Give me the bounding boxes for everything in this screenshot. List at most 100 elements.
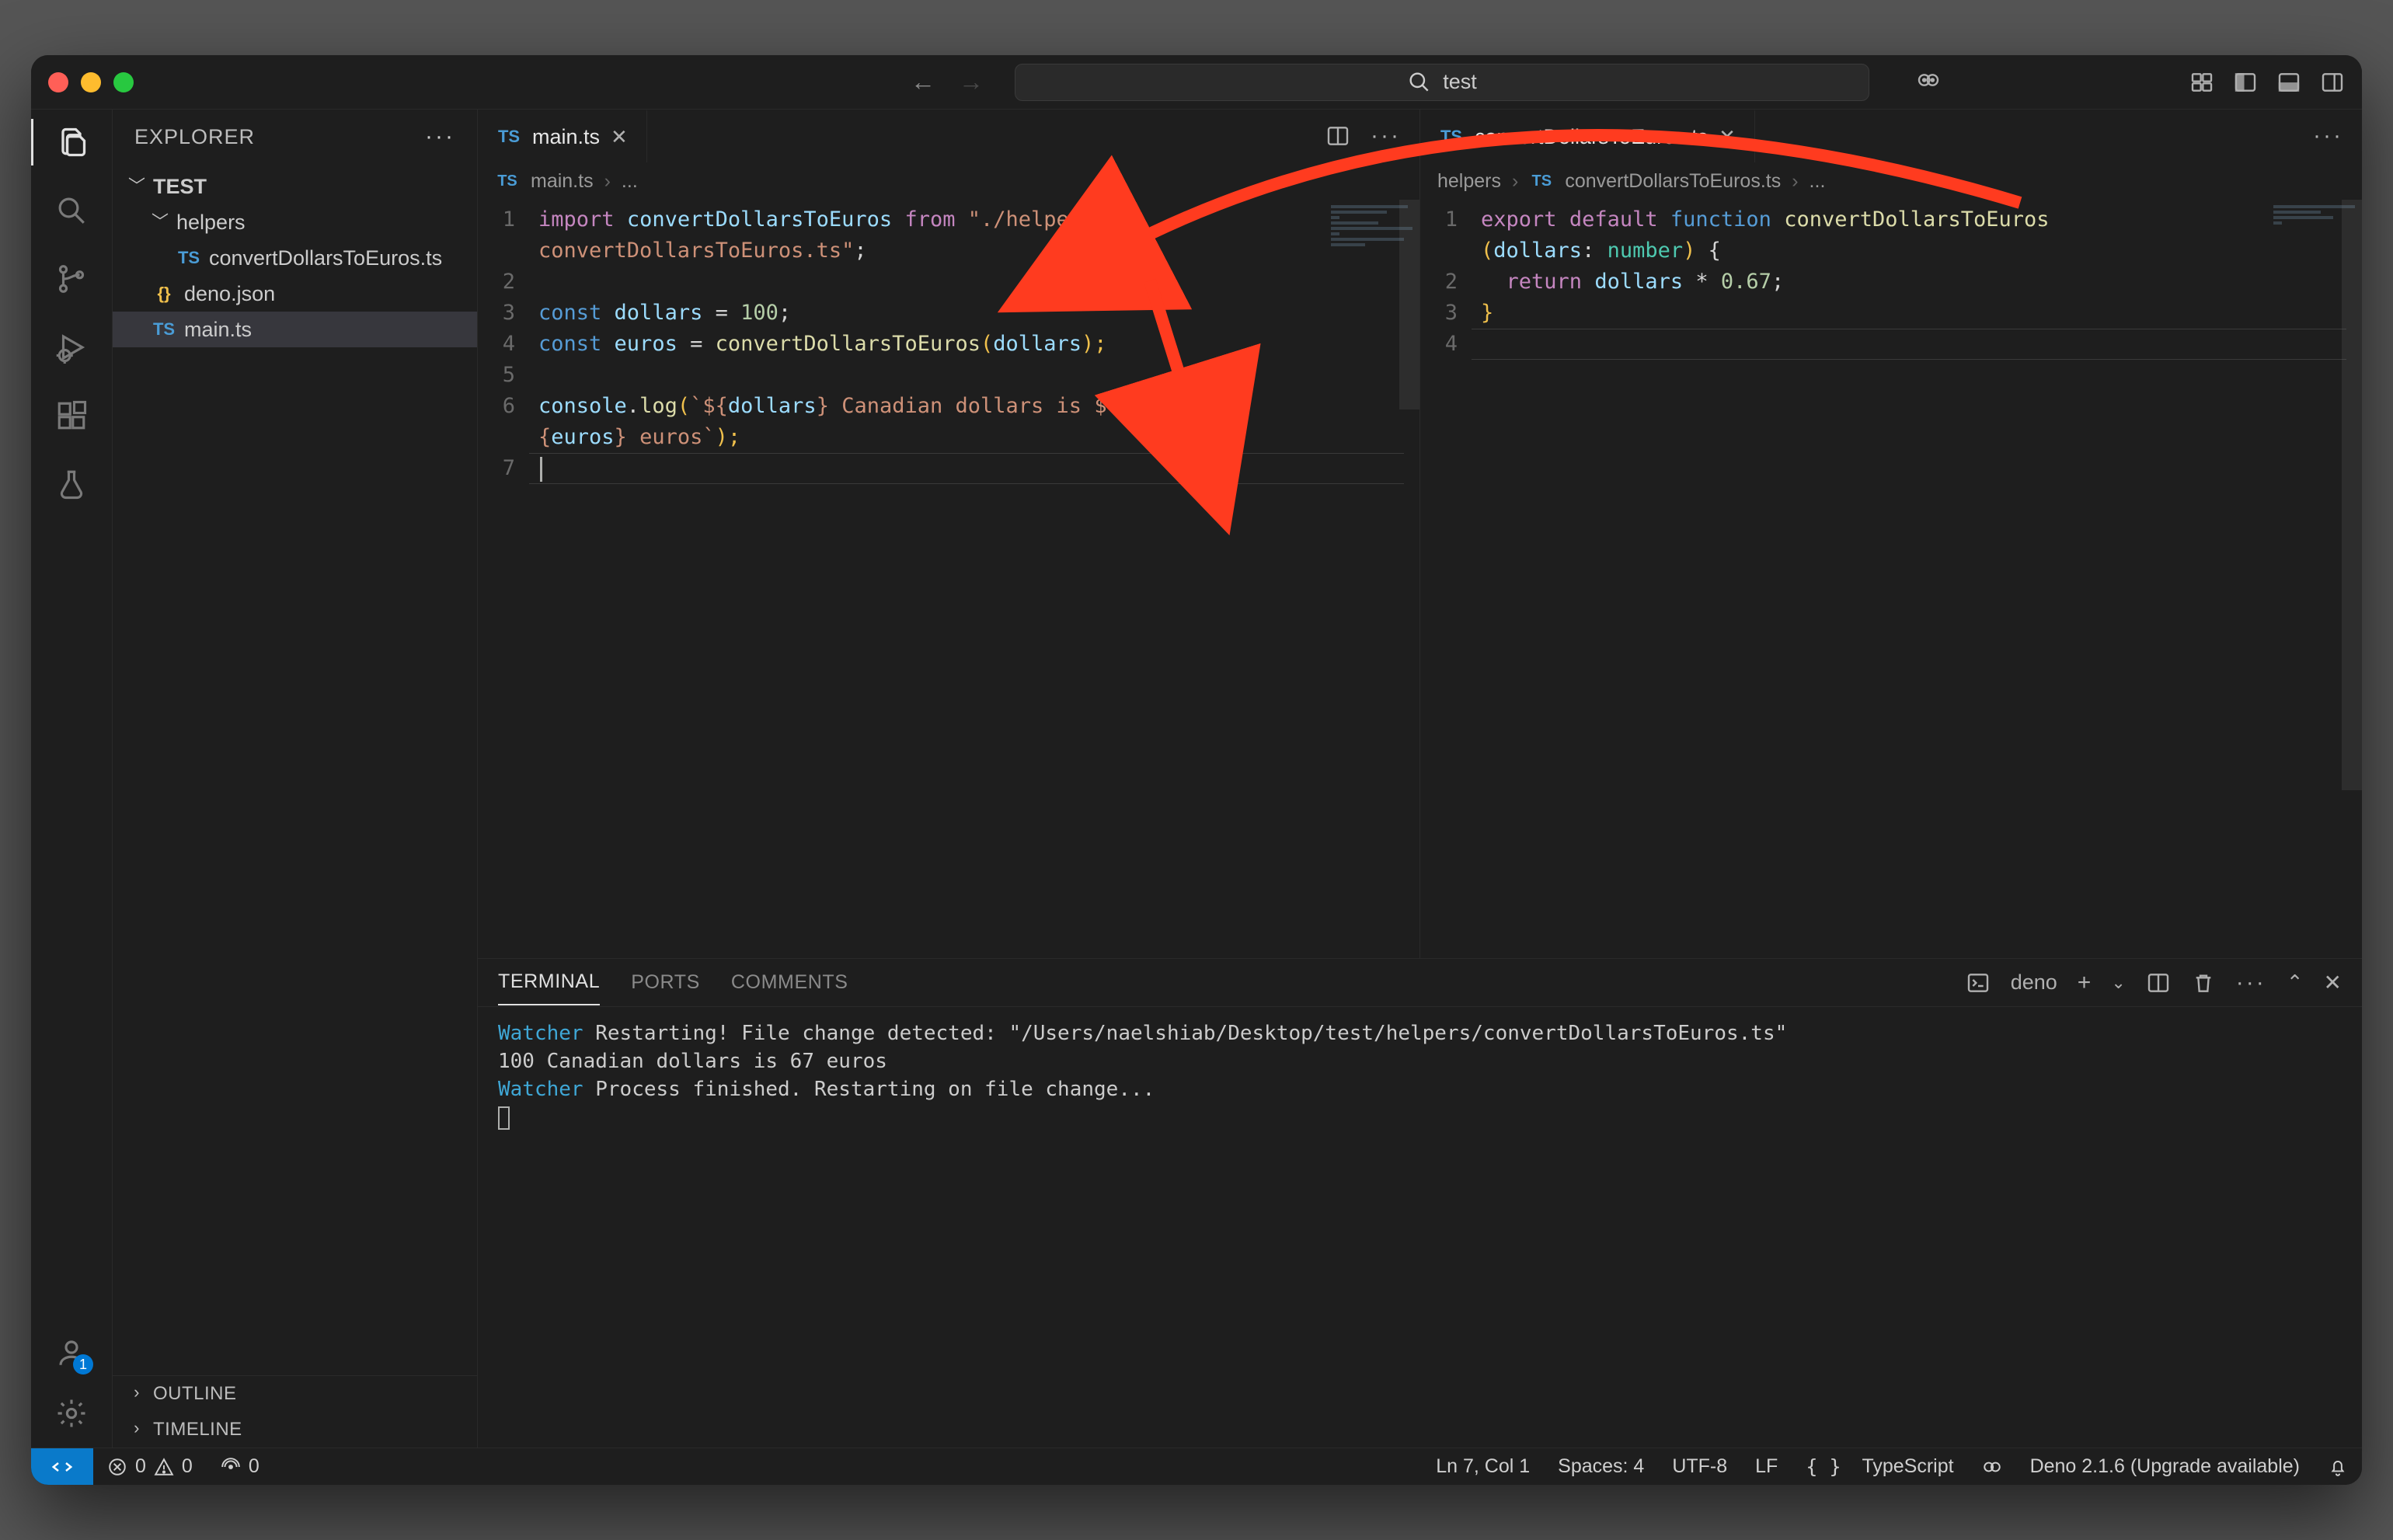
close-window-button[interactable]	[48, 72, 68, 92]
eol-status[interactable]: LF	[1741, 1455, 1792, 1478]
folder-helpers[interactable]: ﹀ helpers	[113, 204, 477, 240]
terminal-output[interactable]: Watcher Restarting! File change detected…	[478, 1007, 2362, 1448]
tab-more-icon[interactable]: ···	[2313, 123, 2343, 149]
toggle-panel-icon[interactable]	[2276, 70, 2301, 95]
main-area: TS main.ts ✕ ··· TS main.ts › ...	[478, 110, 2362, 1448]
trash-icon[interactable]	[2191, 970, 2216, 995]
testing-activity-icon[interactable]	[53, 465, 90, 503]
customize-layout-icon[interactable]	[2189, 70, 2214, 95]
nav-forward-icon[interactable]: →	[959, 68, 984, 96]
copilot-icon[interactable]	[1916, 68, 1941, 96]
code-lines: import convertDollarsToEuros from "./hel…	[529, 200, 1419, 958]
split-editor-icon[interactable]	[1325, 124, 1350, 148]
indent-status[interactable]: Spaces: 4	[1544, 1455, 1658, 1478]
code-editor-left[interactable]: 1 2 3 4 5 6 7 import convertDollarsToEur…	[478, 200, 1419, 958]
typescript-file-icon: TS	[495, 172, 520, 190]
copilot-status-icon[interactable]	[1968, 1455, 2016, 1478]
tab-main-ts[interactable]: TS main.ts ✕	[478, 110, 647, 162]
panel-tabs: TERMINAL PORTS COMMENTS deno + ⌄ ··· ⌃ ✕	[478, 959, 2362, 1007]
panel-tab-ports[interactable]: PORTS	[631, 971, 700, 994]
minimize-window-button[interactable]	[81, 72, 101, 92]
deno-status[interactable]: Deno 2.1.6 (Upgrade available)	[2016, 1455, 2314, 1478]
outline-section[interactable]: › OUTLINE	[113, 1376, 477, 1412]
chevron-right-icon: ›	[1792, 170, 1798, 193]
chevron-down-icon: ﹀	[128, 172, 145, 197]
breadcrumb-left[interactable]: TS main.ts › ...	[478, 162, 1419, 200]
tab-label: main.ts	[532, 125, 600, 149]
run-debug-activity-icon[interactable]	[53, 329, 90, 366]
window-controls	[48, 72, 134, 92]
encoding-status[interactable]: UTF-8	[1658, 1455, 1741, 1478]
accounts-icon[interactable]: 1	[53, 1334, 90, 1371]
search-icon	[1407, 70, 1432, 95]
problems-status[interactable]: 0 0	[93, 1455, 207, 1478]
terminal-icon	[1966, 970, 1991, 995]
tab-convertdollars[interactable]: TS convertDollarsToEuros.ts ✕	[1420, 110, 1755, 162]
settings-gear-icon[interactable]	[53, 1395, 90, 1432]
file-main-ts[interactable]: TS main.ts	[113, 312, 477, 347]
explorer-title: EXPLORER	[134, 125, 255, 149]
explorer-activity-icon[interactable]	[53, 124, 90, 161]
nav-arrows: ← →	[911, 68, 984, 96]
crumb: main.ts	[531, 170, 594, 193]
typescript-file-icon: TS	[1439, 127, 1464, 147]
gutter: 1 2 3 4 5 6 7	[478, 200, 529, 958]
close-tab-icon[interactable]: ✕	[1719, 125, 1736, 149]
scrollbar-thumb[interactable]	[1399, 200, 1419, 409]
split-terminal-icon[interactable]	[2146, 970, 2171, 995]
explorer-header: EXPLORER ···	[113, 110, 477, 164]
maximize-panel-icon[interactable]: ⌃	[2287, 970, 2304, 995]
crumb: ...	[1810, 170, 1826, 193]
chevron-down-icon: ﹀	[152, 208, 169, 233]
breadcrumb-right[interactable]: helpers › TS convertDollarsToEuros.ts › …	[1420, 162, 2362, 200]
command-center[interactable]: test	[1015, 64, 1869, 101]
gutter: 1 2 3 4	[1420, 200, 1472, 958]
language-status[interactable]: { } TypeScript	[1792, 1455, 1967, 1478]
crumb: ...	[622, 170, 638, 193]
timeline-section[interactable]: › TIMELINE	[113, 1412, 477, 1448]
crumb: helpers	[1437, 170, 1501, 193]
tab-bar-right: TS convertDollarsToEuros.ts ✕ ···	[1420, 110, 2362, 162]
search-text: test	[1443, 70, 1477, 94]
typescript-file-icon: TS	[496, 127, 521, 147]
code-editor-right[interactable]: 1 2 3 4 export default function convertD…	[1420, 200, 2362, 958]
panel: TERMINAL PORTS COMMENTS deno + ⌄ ··· ⌃ ✕	[478, 958, 2362, 1448]
panel-tab-terminal[interactable]: TERMINAL	[498, 970, 600, 1005]
title-layout-controls	[2189, 70, 2345, 95]
chevron-right-icon: ›	[128, 1382, 145, 1402]
remote-button[interactable]	[31, 1448, 93, 1485]
status-bar: 0 0 0 Ln 7, Col 1 Spaces: 4 UTF-8 LF { }…	[31, 1448, 2362, 1485]
search-activity-icon[interactable]	[53, 192, 90, 229]
panel-more-icon[interactable]: ···	[2236, 970, 2266, 996]
source-control-activity-icon[interactable]	[53, 260, 90, 298]
panel-tab-comments[interactable]: COMMENTS	[731, 971, 848, 994]
tab-more-icon[interactable]: ···	[1371, 123, 1401, 149]
nav-back-icon[interactable]: ←	[911, 68, 935, 96]
crumb: convertDollarsToEuros.ts	[1565, 170, 1781, 193]
new-terminal-icon[interactable]: +	[2078, 970, 2092, 996]
terminal-shell-label[interactable]: deno	[2011, 970, 2057, 995]
close-panel-icon[interactable]: ✕	[2324, 970, 2342, 995]
folder-label: helpers	[176, 211, 246, 235]
scrollbar-thumb[interactable]	[2342, 200, 2362, 790]
explorer-sidebar: EXPLORER ··· ﹀ TEST ﹀ helpers TS convert…	[113, 110, 478, 1448]
outline-label: OUTLINE	[153, 1383, 237, 1405]
explorer-more-icon[interactable]: ···	[425, 124, 455, 150]
file-label: main.ts	[184, 318, 252, 342]
cursor-position[interactable]: Ln 7, Col 1	[1422, 1455, 1544, 1478]
file-convertdollars[interactable]: TS convertDollarsToEuros.ts	[113, 240, 477, 276]
code-lines: export default function convertDollarsTo…	[1472, 200, 2362, 958]
terminal-cursor	[498, 1106, 510, 1130]
chevron-down-icon[interactable]: ⌄	[2111, 973, 2125, 993]
zoom-window-button[interactable]	[113, 72, 134, 92]
toggle-secondary-sidebar-icon[interactable]	[2320, 70, 2345, 95]
ports-status[interactable]: 0	[207, 1455, 273, 1478]
typescript-file-icon: TS	[1529, 172, 1554, 190]
chevron-right-icon: ›	[604, 170, 611, 193]
close-tab-icon[interactable]: ✕	[611, 125, 628, 149]
file-deno-json[interactable]: {} deno.json	[113, 276, 477, 312]
toggle-sidebar-icon[interactable]	[2233, 70, 2258, 95]
extensions-activity-icon[interactable]	[53, 397, 90, 434]
folder-root[interactable]: ﹀ TEST	[113, 169, 477, 204]
bell-icon[interactable]	[2314, 1455, 2362, 1478]
